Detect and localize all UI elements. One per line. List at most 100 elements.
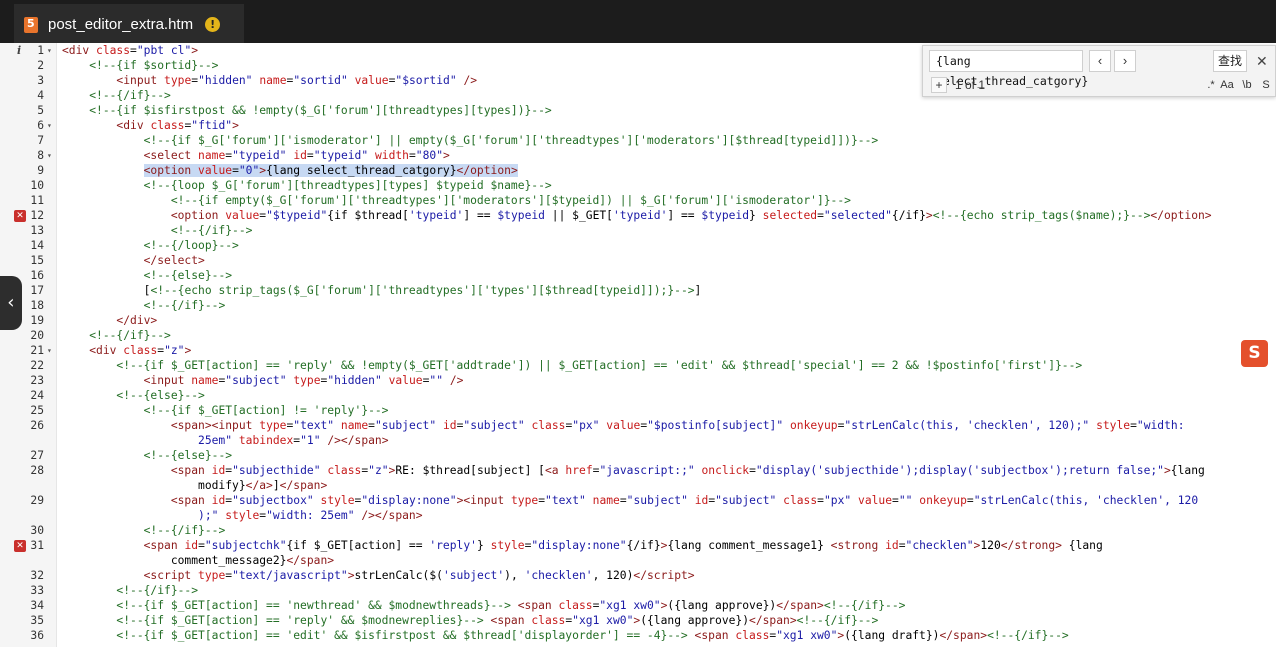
line-number: 26 xyxy=(30,419,44,432)
line-number: 3 xyxy=(37,74,44,87)
line-number: 31 xyxy=(30,539,44,552)
code-text: <script type="text/javascript">strLenCal… xyxy=(143,569,695,582)
code-text: </select> xyxy=(143,254,205,267)
warning-icon[interactable]: ! xyxy=(205,17,221,32)
input-method-icon[interactable]: S xyxy=(1241,340,1268,367)
line-number: 19 xyxy=(30,314,44,327)
code-line[interactable]: 9 <option value="0">{lang select_thread_… xyxy=(0,163,1276,178)
code-text: <div class="z"> xyxy=(89,344,192,357)
code-line[interactable]: 13 <!--{/if}--> xyxy=(0,223,1276,238)
code-line[interactable]: 28 <span id="subjecthide" class="z">RE: … xyxy=(0,463,1276,478)
code-line[interactable]: 26 <span><input type="text" name="subjec… xyxy=(0,418,1276,433)
code-line[interactable]: 34 <!--{if $_GET[action] == 'newthread' … xyxy=(0,598,1276,613)
line-number: 12 xyxy=(30,209,44,222)
match-case-toggle[interactable]: Aa xyxy=(1219,77,1235,93)
code-line[interactable]: 20 <!--{/if}--> xyxy=(0,328,1276,343)
code-line[interactable]: 10 <!--{loop $_G['forum'][threadtypes][t… xyxy=(0,178,1276,193)
chevron-left-icon: ‹ xyxy=(5,292,17,313)
match-count: 1 of 1 xyxy=(955,78,986,92)
chevron-left-icon: ‹ xyxy=(1097,53,1103,68)
line-number: 7 xyxy=(37,134,44,147)
fold-arrow-icon[interactable]: ▾ xyxy=(47,148,52,163)
code-line[interactable]: 25em" tabindex="1" /></span> xyxy=(0,433,1276,448)
line-number: 35 xyxy=(30,614,44,627)
code-text: <!--{if $_G['forum']['ismoderator'] || e… xyxy=(143,134,879,147)
close-icon[interactable]: ✕ xyxy=(1256,50,1268,72)
tab-title: post_editor_extra.htm xyxy=(48,16,194,33)
line-number: 34 xyxy=(30,599,44,612)
fold-arrow-icon[interactable]: ▾ xyxy=(47,118,52,133)
code-line[interactable]: 5 <!--{if $isfirstpost && !empty($_G['fo… xyxy=(0,103,1276,118)
line-number: 33 xyxy=(30,584,44,597)
code-line[interactable]: 27 <!--{else}--> xyxy=(0,448,1276,463)
code-line[interactable]: 6 ▾ <div class="ftid"> xyxy=(0,118,1276,133)
code-text: <div class="pbt cl"> xyxy=(62,44,199,57)
code-line[interactable]: 19 </div> xyxy=(0,313,1276,328)
code-line[interactable]: 17 [<!--{echo strip_tags($_G['forum']['t… xyxy=(0,283,1276,298)
code-line[interactable]: 35 <!--{if $_GET[action] == 'reply' && $… xyxy=(0,613,1276,628)
code-line[interactable]: 33 <!--{/if}--> xyxy=(0,583,1276,598)
code-line[interactable]: 36 <!--{if $_GET[action] == 'edit' && $i… xyxy=(0,628,1276,643)
code-line[interactable]: ✕ 31 <span id="subjectchk"{if $_GET[actio… xyxy=(0,538,1276,553)
code-line[interactable]: 25 <!--{if $_GET[action] != 'reply'}--> xyxy=(0,403,1276,418)
code-line[interactable]: 29 <span id="subjectbox" style="display:… xyxy=(0,493,1276,508)
code-text: <input name="subject" type="hidden" valu… xyxy=(143,374,464,387)
line-number: 16 xyxy=(30,269,44,282)
find-prev-button[interactable]: ‹ xyxy=(1089,50,1111,72)
code-text: <div class="ftid"> xyxy=(116,119,239,132)
code-text: <!--{if $_GET[action] != 'reply'}--> xyxy=(143,404,389,417)
whole-word-toggle[interactable]: \b xyxy=(1239,77,1255,93)
expand-replace-button[interactable]: + xyxy=(931,77,947,93)
code-line[interactable]: modify}</a>]</span> xyxy=(0,478,1276,493)
code-line[interactable]: 8 ▾ <select name="typeid" id="typeid" wid… xyxy=(0,148,1276,163)
fold-arrow-icon[interactable]: ▾ xyxy=(47,343,52,358)
code-text: <input type="hidden" name="sortid" value… xyxy=(116,74,478,87)
code-text: comment_message2}</span> xyxy=(170,554,335,567)
code-text: <span><input type="text" name="subject" … xyxy=(170,419,1185,432)
code-text: <!--{if $_GET[action] == 'reply' && !emp… xyxy=(116,359,1083,372)
line-number: 21 xyxy=(30,344,44,357)
code-line[interactable]: 11 <!--{if empty($_G['forum']['threadtyp… xyxy=(0,193,1276,208)
collapse-panel-handle[interactable]: ‹ xyxy=(0,276,22,330)
code-text: </div> xyxy=(116,314,158,327)
line-number: 28 xyxy=(30,464,44,477)
code-line[interactable]: 14 <!--{/loop}--> xyxy=(0,238,1276,253)
code-line[interactable]: 7 <!--{if $_G['forum']['ismoderator'] ||… xyxy=(0,133,1276,148)
line-number: 20 xyxy=(30,329,44,342)
code-text: <!--{else}--> xyxy=(143,449,233,462)
code-line[interactable]: 22 <!--{if $_GET[action] == 'reply' && !… xyxy=(0,358,1276,373)
line-number: 24 xyxy=(30,389,44,402)
code-text: <!--{if $_GET[action] == 'edit' && $isfi… xyxy=(116,629,1069,642)
code-line[interactable]: 32 <script type="text/javascript">strLen… xyxy=(0,568,1276,583)
code-line[interactable]: 18 <!--{/if}--> xyxy=(0,298,1276,313)
line-number: 23 xyxy=(30,374,44,387)
code-line[interactable]: 21 ▾ <div class="z"> xyxy=(0,343,1276,358)
line-number: 36 xyxy=(30,629,44,642)
code-line[interactable]: 15 </select> xyxy=(0,253,1276,268)
in-selection-toggle[interactable]: S xyxy=(1258,77,1274,93)
regex-toggle[interactable]: .* xyxy=(1203,77,1219,93)
code-line[interactable]: 30 <!--{/if}--> xyxy=(0,523,1276,538)
code-text: [<!--{echo strip_tags($_G['forum']['thre… xyxy=(143,284,702,297)
fold-arrow-icon[interactable]: ▾ xyxy=(47,43,52,58)
line-number: 25 xyxy=(30,404,44,417)
find-next-button[interactable]: › xyxy=(1114,50,1136,72)
code-text: 25em" tabindex="1" /></span> xyxy=(198,434,389,447)
code-line[interactable]: 24 <!--{else}--> xyxy=(0,388,1276,403)
find-input[interactable]: {lang select_thread_catgory} xyxy=(929,50,1088,88)
code-line[interactable]: comment_message2}</span> xyxy=(0,553,1276,568)
code-line[interactable]: 23 <input name="subject" type="hidden" v… xyxy=(0,373,1276,388)
line-number: 9 xyxy=(37,164,44,177)
code-text: <option value="0">{lang select_thread_ca… xyxy=(143,164,518,177)
code-text: <span id="subjectbox" style="display:non… xyxy=(170,494,1199,507)
code-line[interactable]: 16 <!--{else}--> xyxy=(0,268,1276,283)
line-number: 14 xyxy=(30,239,44,252)
line-number: 18 xyxy=(30,299,44,312)
code-line[interactable]: ✕ 12 <option value="$typeid"{if $thread['… xyxy=(0,208,1276,223)
tab-post-editor-extra[interactable]: post_editor_extra.htm ! xyxy=(14,4,244,43)
code-line[interactable]: );" style="width: 25em" /></span> xyxy=(0,508,1276,523)
code-text: <select name="typeid" id="typeid" width=… xyxy=(143,149,450,162)
code-editor[interactable]: i 1 ▾ <div class="pbt cl"> 2 <!--{if $sorti… xyxy=(0,43,1276,647)
find-search-button[interactable]: 查找 xyxy=(1213,50,1247,72)
code-text: <!--{/if}--> xyxy=(143,299,226,312)
